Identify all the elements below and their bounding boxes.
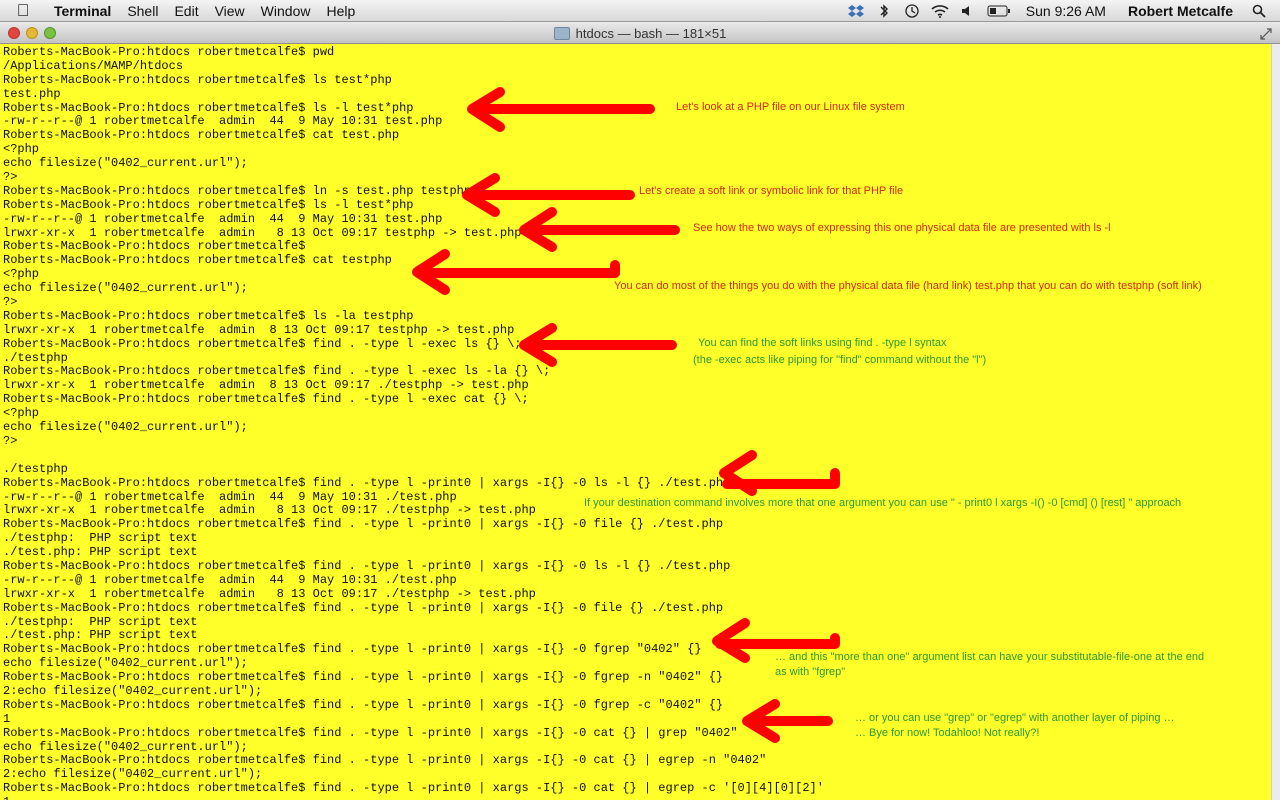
- menu-shell[interactable]: Shell: [119, 0, 166, 22]
- annotation-7b: as with "fgrep": [775, 666, 846, 678]
- time-machine-icon[interactable]: [901, 0, 923, 22]
- menu-app-name[interactable]: Terminal: [46, 0, 119, 22]
- annotation-6: If your destination command involves mor…: [584, 497, 1182, 509]
- annotation-8a: … or you can use "grep" or "egrep" with …: [855, 712, 1175, 724]
- arrow-5: [519, 323, 677, 367]
- window-title: htdocs — bash — 181×51: [0, 22, 1280, 44]
- window-titlebar: htdocs — bash — 181×51: [0, 22, 1280, 44]
- window-title-text: htdocs — bash — 181×51: [575, 25, 727, 41]
- folder-icon: [553, 26, 570, 40]
- annotation-2: Let's create a soft link or symbolic lin…: [639, 185, 904, 197]
- wifi-icon[interactable]: [929, 0, 951, 22]
- scrollbar[interactable]: [1271, 44, 1280, 800]
- apple-menu-icon[interactable]: : [0, 0, 46, 22]
- menu-view[interactable]: View: [207, 0, 253, 22]
- annotation-arrows: [412, 87, 840, 743]
- volume-icon[interactable]: [957, 0, 979, 22]
- annotation-5a: You can find the soft links using find .…: [698, 337, 947, 349]
- dropbox-icon[interactable]: [845, 0, 867, 22]
- menu-edit[interactable]: Edit: [166, 0, 206, 22]
- menu-bar:  Terminal Shell Edit View Window Help S…: [0, 0, 1280, 22]
- arrow-1: [467, 87, 655, 132]
- menu-window[interactable]: Window: [253, 0, 319, 22]
- menu-user[interactable]: Robert Metcalfe: [1116, 0, 1245, 22]
- arrow-4: [412, 249, 620, 295]
- annotation-8b: … Bye for now! Todahloo! Not really?!: [855, 727, 1040, 739]
- arrow-3: [519, 207, 680, 252]
- annotation-4: You can do most of the things you do wit…: [614, 280, 1202, 292]
- menu-clock[interactable]: Sun 9:26 AM: [1016, 0, 1116, 22]
- arrow-2: [462, 173, 635, 217]
- spotlight-search-icon[interactable]: [1248, 0, 1270, 22]
- annotation-3: See how the two ways of expressing this …: [693, 222, 1111, 234]
- annotation-1: Let's look at a PHP file on our Linux fi…: [676, 101, 905, 113]
- terminal-content[interactable]: Roberts-MacBook-Pro:htdocs robertmetcalf…: [0, 44, 1271, 800]
- bluetooth-icon[interactable]: [873, 0, 895, 22]
- fullscreen-icon[interactable]: [1260, 27, 1272, 40]
- arrow-8: [742, 699, 833, 743]
- annotation-5b: (the -exec acts like piping for "find" c…: [693, 354, 987, 366]
- arrow-6: [719, 450, 840, 496]
- battery-icon[interactable]: [985, 0, 1013, 22]
- annotation-7a: … and this "more than one" argument list…: [775, 651, 1205, 663]
- menu-help[interactable]: Help: [318, 0, 363, 22]
